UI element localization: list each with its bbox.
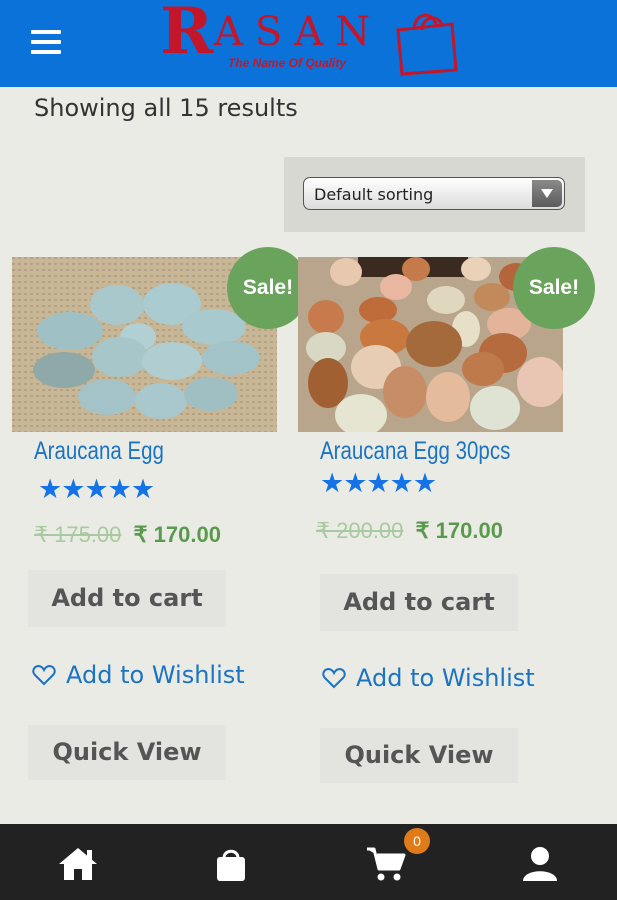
quick-view-button[interactable]: Quick View [28,725,226,780]
add-to-wishlist-link[interactable]: Add to Wishlist [32,661,245,689]
heart-icon [32,664,56,686]
logo-letter: R [160,0,214,69]
add-to-cart-button[interactable]: Add to cart [320,574,518,631]
cart-count-badge: 0 [404,828,430,854]
shopping-bag-icon [396,13,458,76]
star-rating: ★★★★★ [38,474,155,505]
cart-icon[interactable] [366,846,406,882]
sort-container: Default sorting [284,157,585,232]
top-header-bar: R ASAN The Name Of Quality [0,0,617,87]
sale-badge: Sale! [227,247,309,329]
wishlist-label: Add to Wishlist [66,661,245,689]
chevron-down-icon [532,180,562,207]
original-price: ₹ 175.00 [34,522,122,547]
logo-tagline: The Name Of Quality [228,56,347,70]
sale-badge: Sale! [513,247,595,329]
bottom-navigation [0,824,617,900]
product-price: ₹ 200.00 ₹ 170.00 [316,518,503,544]
star-rating: ★★★★★ [320,468,437,499]
user-icon[interactable] [522,846,558,882]
logo-text: ASAN [214,9,383,55]
heart-icon [322,667,346,689]
wishlist-label: Add to Wishlist [356,664,535,692]
product-title[interactable]: Araucana Egg 30pcs [320,437,510,466]
brand-logo[interactable]: R ASAN The Name Of Quality [160,0,460,78]
add-to-cart-button[interactable]: Add to cart [28,570,226,627]
results-count: Showing all 15 results [34,94,298,122]
menu-icon[interactable] [31,30,61,54]
sort-dropdown[interactable]: Default sorting [303,177,565,210]
bag-icon[interactable] [215,846,247,882]
home-icon[interactable] [57,846,99,882]
product-title[interactable]: Araucana Egg [34,437,164,466]
sale-price: ₹ 170.00 [133,522,221,547]
sort-selected-value: Default sorting [314,185,434,204]
quick-view-button[interactable]: Quick View [320,728,518,783]
add-to-wishlist-link[interactable]: Add to Wishlist [322,664,542,692]
sale-price: ₹ 170.00 [415,518,503,543]
original-price: ₹ 200.00 [316,518,404,543]
product-price: ₹ 175.00 ₹ 170.00 [34,522,221,548]
